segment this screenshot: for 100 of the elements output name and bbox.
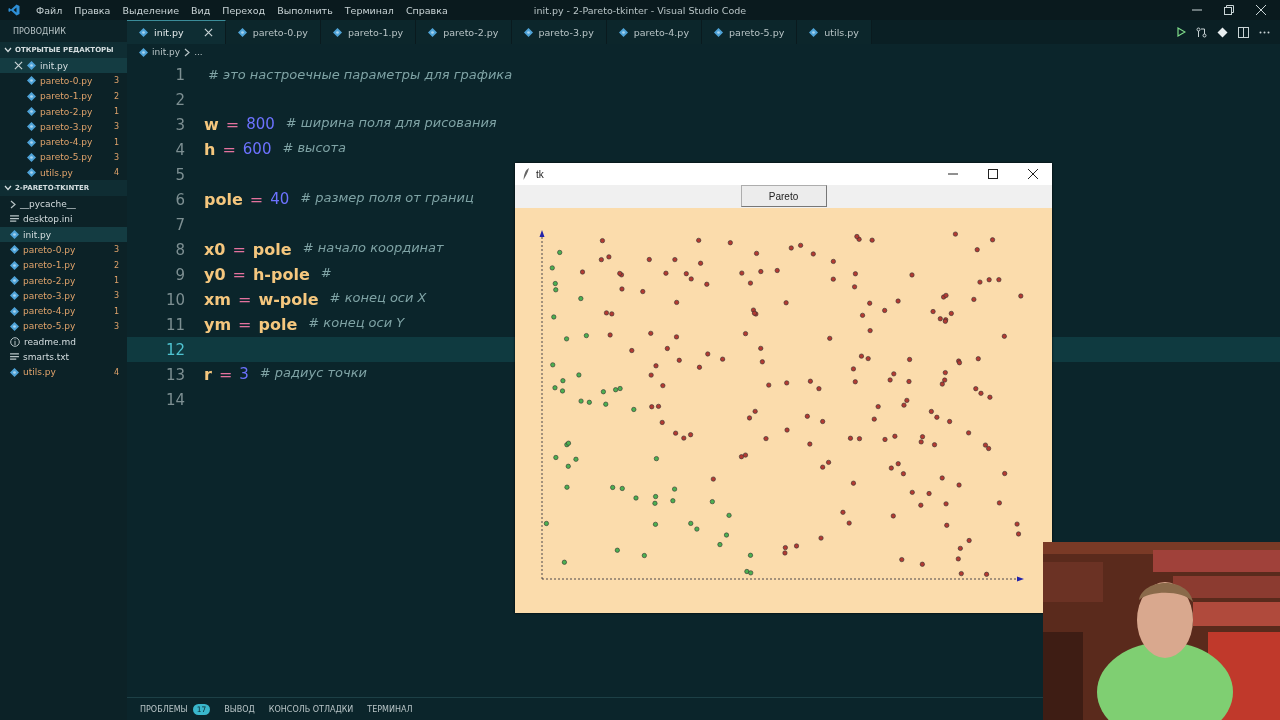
- python-file-icon: [139, 28, 148, 37]
- file-item[interactable]: desktop.ini: [0, 211, 127, 227]
- code-token: 800: [246, 115, 275, 134]
- compare-icon[interactable]: [1196, 26, 1207, 38]
- explorer-title: ПРОВОДНИК: [13, 26, 66, 36]
- file-item[interactable]: init.py: [0, 226, 127, 243]
- file-item[interactable]: init.py: [0, 58, 127, 74]
- python-file-icon: [27, 107, 36, 117]
- line-number: 7: [174, 215, 185, 234]
- python-file-icon: [27, 61, 36, 71]
- chevron-down-icon[interactable]: [4, 47, 12, 53]
- file-item[interactable]: pareto-1.py 2: [0, 257, 127, 273]
- code-token: =: [238, 290, 252, 309]
- file-item[interactable]: pareto-5.py 3: [0, 149, 127, 166]
- file-name: pareto-1.py: [23, 260, 76, 271]
- file-item[interactable]: pareto-4.py 1: [0, 134, 127, 150]
- restore-icon[interactable]: [1224, 5, 1234, 15]
- file-item[interactable]: __pycache__: [0, 196, 127, 212]
- menu-item[interactable]: Терминал: [338, 4, 400, 16]
- python-file-icon: [27, 137, 36, 147]
- editor-tab[interactable]: pareto-2.py: [416, 20, 512, 44]
- menu-item[interactable]: Справка: [399, 4, 454, 16]
- file-item[interactable]: pareto-2.py 1: [0, 103, 127, 120]
- code-token: w: [204, 115, 219, 134]
- diamond-icon[interactable]: [1217, 26, 1228, 38]
- panel-tab[interactable]: ТЕРМИНАЛ: [367, 704, 413, 714]
- problem-count: 4: [113, 367, 119, 377]
- code-token: # размер поля от границ: [300, 190, 474, 207]
- panel-tab[interactable]: ВЫВОД: [224, 704, 255, 714]
- python-file-icon: [10, 245, 19, 255]
- file-item[interactable]: pareto-4.py 1: [0, 303, 127, 319]
- line-number: 4: [174, 140, 185, 159]
- code-token: 40: [270, 190, 290, 209]
- window-title: tk: [536, 168, 544, 180]
- python-file-icon: [27, 91, 36, 101]
- menu-item[interactable]: Вид: [185, 4, 217, 16]
- code-token: y0: [204, 265, 226, 284]
- line-number: 10: [164, 290, 185, 309]
- file-name: desktop.ini: [23, 214, 73, 225]
- code-token: # это настроечные параметры для графика: [208, 67, 513, 82]
- pareto-button[interactable]: Pareto: [740, 185, 827, 208]
- code-token: =: [218, 365, 233, 384]
- editor-tab[interactable]: pareto-5.py: [702, 20, 798, 44]
- code-token: xm: [204, 290, 231, 309]
- python-file-icon: [27, 152, 36, 162]
- code-token: pole: [252, 240, 292, 259]
- file-name: pareto-4.py: [40, 137, 93, 148]
- file-item[interactable]: pareto-0.py 3: [0, 73, 127, 89]
- panel-tab[interactable]: ПРОБЛЕМЫ: [140, 704, 188, 714]
- editor-tab[interactable]: utils.py: [797, 20, 872, 44]
- editor-tab[interactable]: pareto-4.py: [606, 20, 703, 44]
- file-item[interactable]: smarts.txt: [0, 349, 127, 365]
- chevron-down-icon[interactable]: [4, 185, 12, 192]
- python-file-icon: [332, 27, 342, 37]
- line-number: 14: [164, 390, 185, 409]
- problem-count: 3: [113, 245, 119, 255]
- file-item[interactable]: pareto-2.py 1: [0, 272, 127, 289]
- code-token: # конец оси X: [329, 290, 427, 307]
- breadcrumb-item[interactable]: ...: [194, 47, 203, 57]
- code-token: =: [232, 240, 246, 259]
- breadcrumb-item[interactable]: init.py: [152, 47, 181, 57]
- line-number: 12: [164, 340, 185, 359]
- code-token: # конец оси Y: [308, 315, 405, 332]
- file-name: init.py: [23, 229, 52, 240]
- maximize-icon[interactable]: [988, 169, 998, 179]
- run-icon[interactable]: [1176, 27, 1186, 37]
- file-item[interactable]: pareto-3.py 3: [0, 288, 127, 304]
- editor-tab[interactable]: pareto-0.py: [225, 20, 321, 44]
- problem-count: 3: [113, 122, 119, 132]
- file-item[interactable]: utils.py 4: [0, 165, 127, 181]
- text-file-icon: [10, 215, 19, 224]
- editor-tab[interactable]: init.py: [127, 20, 226, 44]
- problem-count: 4: [113, 168, 119, 178]
- file-name: pareto-3.py: [40, 121, 93, 132]
- menu-item[interactable]: Выполнить: [271, 4, 339, 16]
- editor-tab[interactable]: pareto-3.py: [511, 20, 607, 44]
- panel-tab[interactable]: КОНСОЛЬ ОТЛАДКИ: [268, 704, 354, 714]
- file-name: pareto-0.py: [23, 244, 76, 255]
- problem-count: 3: [113, 291, 119, 301]
- menu-item[interactable]: Файл: [30, 4, 69, 16]
- file-item[interactable]: readme.md: [0, 334, 127, 350]
- close-icon[interactable]: [1028, 169, 1038, 179]
- file-item[interactable]: pareto-1.py 2: [0, 88, 127, 104]
- more-icon[interactable]: [1259, 30, 1270, 34]
- menu-item[interactable]: Переход: [216, 4, 272, 16]
- code-token: =: [249, 190, 264, 209]
- menu-item[interactable]: Правка: [68, 4, 117, 16]
- split-editor-icon[interactable]: [1238, 26, 1249, 38]
- editor-tab[interactable]: pareto-1.py: [320, 20, 417, 44]
- python-file-icon: [618, 27, 628, 37]
- python-file-icon: [27, 168, 36, 178]
- file-item[interactable]: pareto-3.py 3: [0, 119, 127, 135]
- menu-item[interactable]: Выделение: [116, 4, 185, 16]
- code-token: h: [204, 140, 216, 159]
- file-item[interactable]: pareto-5.py 3: [0, 318, 127, 335]
- line-number: 3: [174, 115, 185, 134]
- file-item[interactable]: pareto-0.py 3: [0, 242, 127, 258]
- file-name: readme.md: [24, 336, 76, 347]
- file-name: pareto-3.py: [23, 290, 76, 301]
- file-item[interactable]: utils.py 4: [0, 364, 127, 380]
